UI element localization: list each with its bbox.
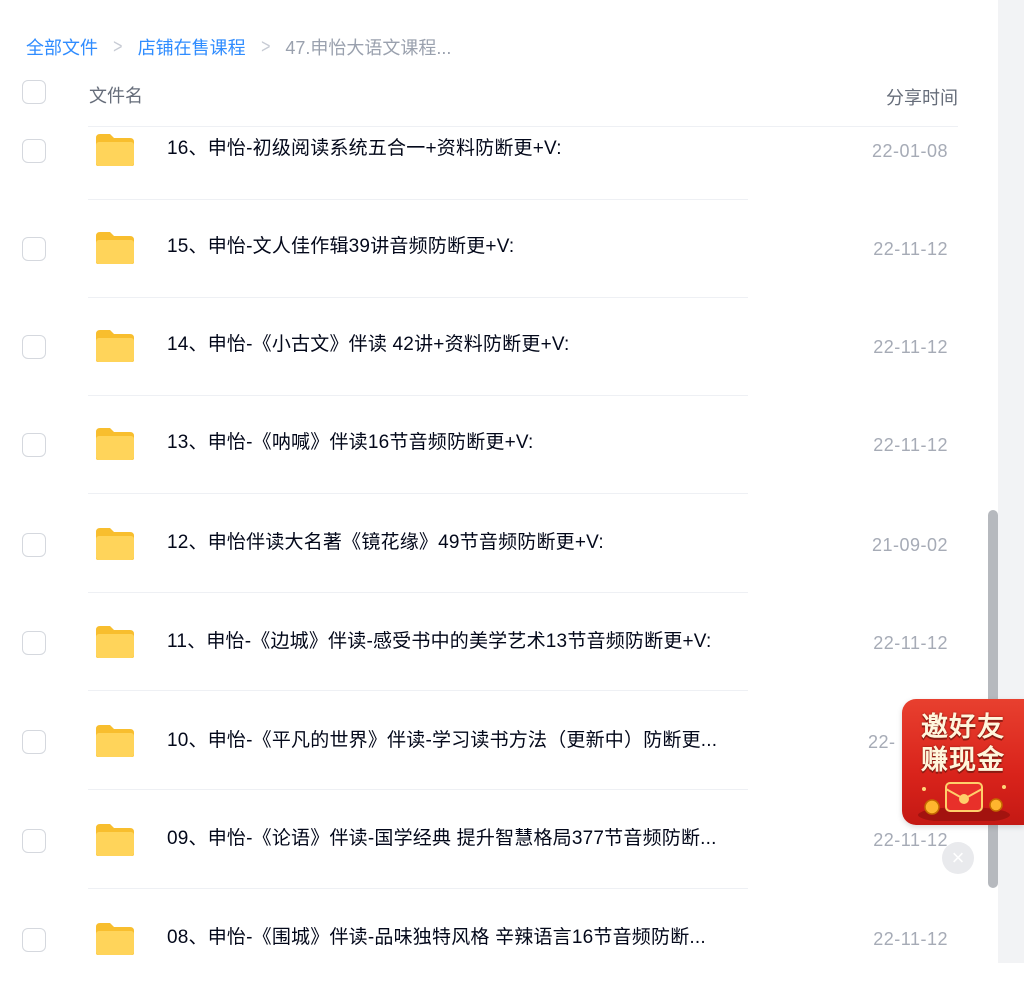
row-checkbox[interactable] — [22, 730, 46, 754]
file-name[interactable]: 10、申怡-《平凡的世界》伴读-学习读书方法（更新中）防断更... — [167, 725, 717, 752]
share-time: 22-11-12 — [873, 337, 948, 357]
invite-friends-badge[interactable]: 邀好友 赚现金 — [902, 699, 1024, 825]
folder-icon — [96, 232, 134, 264]
table-row[interactable]: 16、申怡-初级阅读系统五合一+资料防断更+V: 22-01-08 — [0, 102, 980, 200]
share-time: 22-11-12 — [873, 929, 948, 949]
file-name[interactable]: 08、申怡-《围城》伴读-品味独特风格 辛辣语言16节音频防断... — [167, 922, 706, 949]
file-name[interactable]: 16、申怡-初级阅读系统五合一+资料防断更+V: — [167, 133, 562, 160]
folder-icon — [96, 626, 134, 658]
row-checkbox[interactable] — [22, 829, 46, 853]
folder-icon — [96, 428, 134, 460]
table-row[interactable]: 15、申怡-文人佳作辑39讲音频防断更+V: 22-11-12 — [0, 200, 980, 298]
table-row[interactable]: 10、申怡-《平凡的世界》伴读-学习读书方法（更新中）防断更... 22- — [0, 691, 980, 790]
row-checkbox[interactable] — [22, 335, 46, 359]
table-row[interactable]: 14、申怡-《小古文》伴读 42讲+资料防断更+V: 22-11-12 — [0, 298, 980, 396]
table-row[interactable]: 13、申怡-《呐喊》伴读16节音频防断更+V: 22-11-12 — [0, 396, 980, 494]
table-row[interactable]: 11、申怡-《边城》伴读-感受书中的美学艺术13节音频防断更+V: 22-11-… — [0, 592, 980, 691]
share-time: 22-11-12 — [873, 435, 948, 455]
share-time: 21-09-02 — [871, 535, 948, 555]
table-row[interactable]: 08、申怡-《围城》伴读-品味独特风格 辛辣语言16节音频防断... 22-11… — [0, 889, 980, 987]
share-time: 22-11-12 — [873, 633, 948, 653]
file-name[interactable]: 14、申怡-《小古文》伴读 42讲+资料防断更+V: — [167, 329, 570, 356]
folder-icon — [96, 528, 134, 560]
file-name[interactable]: 11、申怡-《边城》伴读-感受书中的美学艺术13节音频防断更+V: — [167, 626, 711, 653]
chevron-right-icon: > — [260, 35, 271, 58]
invite-badge-line2: 赚现金 — [921, 745, 1005, 776]
share-time: 22-11-12 — [873, 239, 948, 259]
row-checkbox[interactable] — [22, 928, 46, 952]
file-name[interactable]: 15、申怡-文人佳作辑39讲音频防断更+V: — [167, 231, 514, 258]
close-icon[interactable]: × — [942, 842, 974, 874]
share-time: 22- — [868, 732, 896, 752]
file-name[interactable]: 13、申怡-《呐喊》伴读16节音频防断更+V: — [167, 427, 534, 454]
row-checkbox[interactable] — [22, 631, 46, 655]
breadcrumb-all-files[interactable]: 全部文件 — [26, 34, 98, 60]
table-row[interactable]: 12、申怡伴读大名著《镜花缘》49节音频防断更+V: 21-09-02 — [0, 494, 980, 593]
breadcrumb-current: 47.申怡大语文课程... — [285, 38, 452, 58]
breadcrumb-store-courses[interactable]: 店铺在售课程 — [138, 34, 246, 60]
folder-icon — [96, 824, 134, 856]
file-name[interactable]: 12、申怡伴读大名著《镜花缘》49节音频防断更+V: — [167, 527, 604, 554]
breadcrumb: 全部文件 > 店铺在售课程 > 47.申怡大语文课程... — [26, 34, 451, 60]
file-name[interactable]: 09、申怡-《论语》伴读-国学经典 提升智慧格局377节音频防断... — [167, 823, 717, 850]
chevron-right-icon: > — [113, 35, 123, 58]
select-all-checkbox[interactable] — [22, 80, 46, 104]
share-time: 22-01-08 — [871, 141, 948, 161]
folder-icon — [96, 330, 134, 362]
folder-icon — [96, 923, 134, 955]
red-envelope-icon — [918, 782, 1010, 821]
row-checkbox[interactable] — [22, 433, 46, 457]
row-checkbox[interactable] — [22, 237, 46, 261]
row-checkbox[interactable] — [22, 139, 46, 163]
row-checkbox[interactable] — [22, 533, 46, 557]
table-row[interactable]: 09、申怡-《论语》伴读-国学经典 提升智慧格局377节音频防断... 22-1… — [0, 790, 980, 889]
share-time: 22-11-12 — [873, 830, 948, 850]
folder-icon — [96, 134, 134, 166]
folder-icon — [96, 725, 134, 757]
